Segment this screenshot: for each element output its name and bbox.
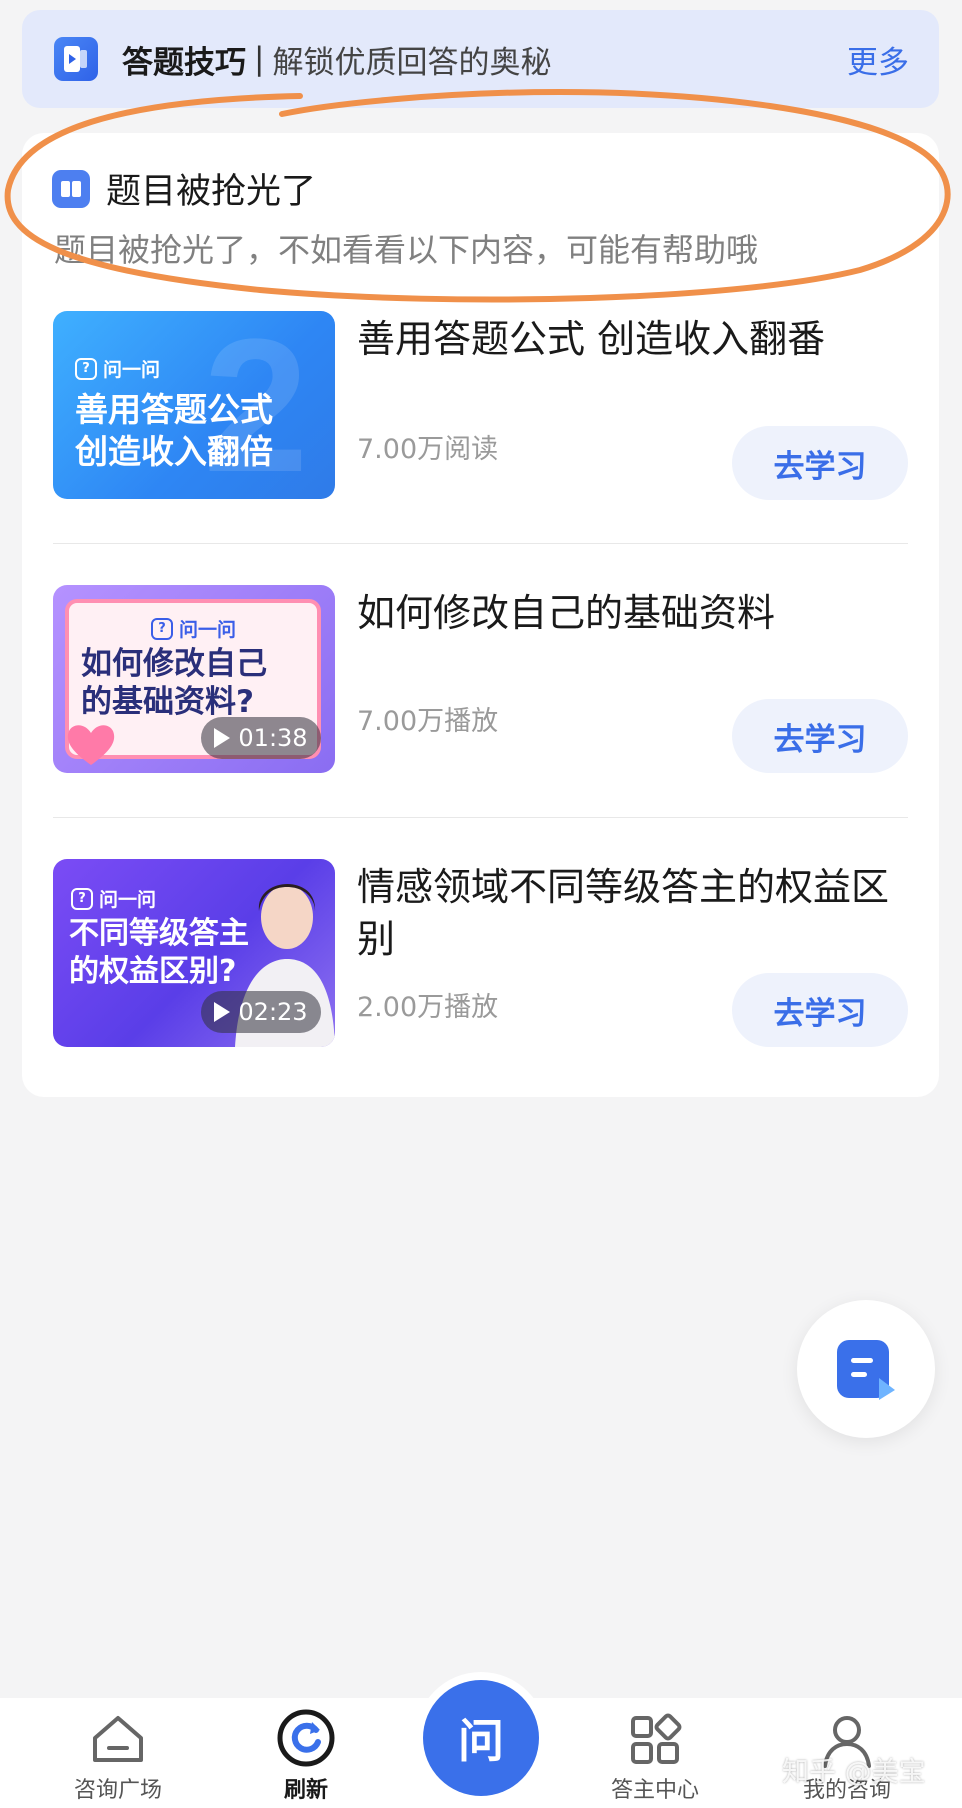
learn-button[interactable]: 去学习	[732, 699, 908, 773]
tips-subtitle: 解锁优质回答的奥秘	[272, 44, 552, 81]
learn-button[interactable]: 去学习	[732, 426, 908, 500]
thumb-text: 如何修改自己 的基础资料?	[81, 646, 267, 720]
grid-icon	[631, 1713, 682, 1764]
brand-logo-icon: ?	[71, 887, 93, 910]
home-icon	[93, 1716, 143, 1762]
article-thumbnail: ? 问一问 不同等级答主 的权益区别? 02:23	[53, 859, 335, 1047]
article-item[interactable]: ? 问一问 不同等级答主 的权益区别? 02:23 情感领域不同等级答主的权益区…	[53, 859, 908, 1047]
brand-logo-icon: ?	[151, 617, 173, 640]
thumb-brand: ? 问一问	[75, 355, 160, 382]
refresh-icon	[277, 1709, 335, 1767]
notice-header: 题目被抢光了	[52, 163, 316, 214]
article-title: 情感领域不同等级答主的权益区别	[357, 865, 890, 961]
brand-logo-icon: ?	[75, 357, 97, 380]
heart-icon	[67, 725, 115, 765]
book-icon	[52, 169, 90, 208]
nav-item-answerer-center[interactable]: 答主中心	[585, 1698, 725, 1808]
nav-label: 答主中心	[610, 1778, 699, 1803]
nav-label: 咨询广场	[73, 1778, 162, 1803]
notice-title: 题目被抢光了	[106, 172, 317, 212]
article-item[interactable]: 2 ? 问一问 善用答题公式 创造收入翻倍 善用答题公式 创造收入翻番 7.00…	[53, 311, 908, 500]
tips-title: 答题技巧	[122, 44, 246, 81]
divider	[53, 543, 908, 544]
floating-note-button[interactable]	[797, 1300, 935, 1438]
article-item[interactable]: ? 问一问 如何修改自己 的基础资料? 01:38 如何修改自己的基础资料 7.…	[53, 585, 908, 773]
play-icon	[214, 1002, 231, 1022]
notice-subtitle: 题目被抢光了，不如看看以下内容，可能有帮助哦	[54, 231, 759, 269]
more-link[interactable]: 更多	[847, 37, 909, 82]
video-tips-icon	[54, 37, 98, 81]
article-stat: 7.00万播放	[357, 706, 499, 737]
thumb-brand: ? 问一问	[151, 615, 236, 642]
thumb-text: 善用答题公式 创造收入翻倍	[75, 390, 273, 471]
learn-button[interactable]: 去学习	[732, 973, 908, 1047]
tips-separator: |	[254, 41, 265, 77]
nav-label: 刷新	[283, 1778, 328, 1803]
nav-item-consult-square[interactable]: 咨询广场	[48, 1698, 188, 1808]
note-icon	[837, 1340, 895, 1400]
tips-banner[interactable]: 答题技巧 | 解锁优质回答的奥秘 更多	[22, 10, 939, 108]
article-stat: 2.00万播放	[357, 992, 499, 1023]
thumb-brand: ? 问一问	[71, 885, 156, 912]
watermark: 知乎 @美宝	[782, 1757, 926, 1788]
article-thumbnail: ? 问一问 如何修改自己 的基础资料? 01:38	[53, 585, 335, 773]
video-duration: 01:38	[201, 717, 321, 759]
divider	[53, 817, 908, 818]
ask-button[interactable]: 问	[423, 1680, 539, 1796]
thumb-text: 不同等级答主 的权益区别?	[69, 916, 249, 989]
nav-item-refresh[interactable]: 刷新	[236, 1698, 376, 1808]
article-title: 如何修改自己的基础资料	[357, 591, 776, 635]
article-stat: 7.00万阅读	[357, 434, 499, 465]
video-duration: 02:23	[201, 991, 321, 1033]
content-card: 题目被抢光了 题目被抢光了，不如看看以下内容，可能有帮助哦 2 ? 问一问 善用…	[22, 133, 939, 1097]
article-thumbnail: 2 ? 问一问 善用答题公式 创造收入翻倍	[53, 311, 335, 499]
article-title: 善用答题公式 创造收入翻番	[357, 317, 826, 361]
play-icon	[214, 728, 231, 748]
